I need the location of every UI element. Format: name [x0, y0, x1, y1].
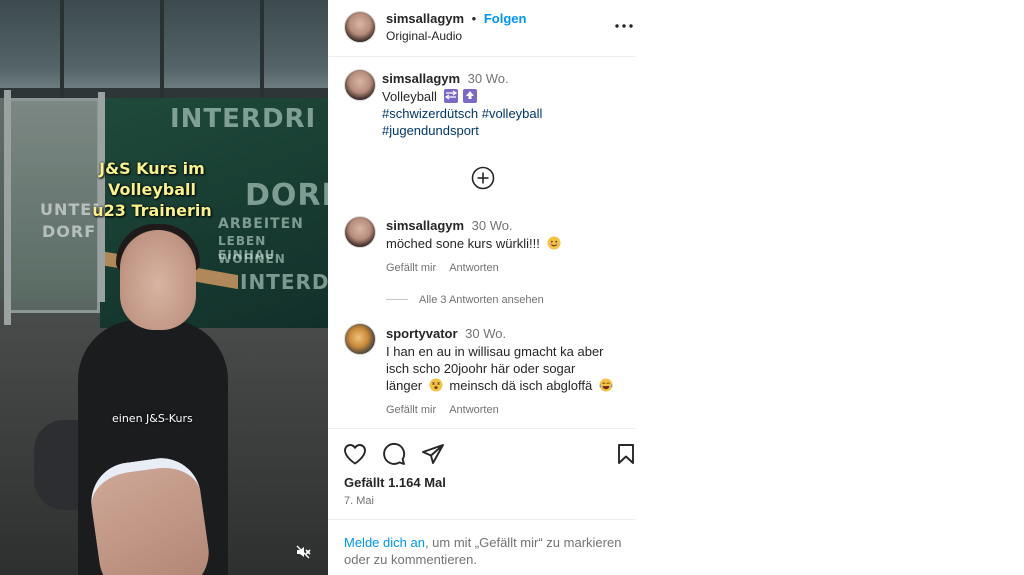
comment-age: 30 Wo.	[471, 218, 513, 233]
share-button[interactable]	[420, 441, 446, 467]
login-link[interactable]: Melde dich an	[344, 535, 425, 550]
post-meta: simsallagym 30 Wo.	[382, 71, 509, 86]
roof-beam	[260, 0, 264, 98]
more-dots-icon	[615, 24, 633, 28]
comment-body-part: länger	[386, 378, 423, 393]
bookmark-icon	[618, 444, 634, 464]
comment-button[interactable]	[381, 441, 407, 467]
post-header: simsallagym • Folgen Original-Audio	[328, 0, 636, 57]
heart-icon	[344, 444, 366, 465]
speaker-muted-icon	[296, 545, 311, 559]
laughing-face-icon	[599, 378, 613, 392]
post-caption: Volleyball	[382, 88, 478, 105]
wall-word: INTERDORF	[240, 270, 328, 294]
comment-username[interactable]: sportyvator	[386, 326, 458, 341]
avatar[interactable]	[344, 216, 376, 248]
wall-word: INTERDRI	[170, 104, 317, 134]
wall-word: DORF	[42, 222, 97, 241]
save-button[interactable]	[613, 441, 639, 467]
header-user-line: simsallagym • Folgen	[386, 11, 526, 26]
reel-video[interactable]: INTERDRI DORF ARBEITEN LEBEN EINHAU WOHN…	[0, 0, 328, 575]
wall-word: DORF	[245, 178, 328, 213]
audio-link[interactable]: Original-Audio	[386, 29, 462, 43]
roof-beam	[160, 0, 164, 98]
on-arrow-icon	[443, 89, 458, 103]
comment-body-part: meinsch dä isch abgloffä	[449, 378, 593, 393]
comment-actions: Gefällt mir Antworten	[386, 262, 499, 274]
video-subcaption: einen J&S-Kurs	[112, 412, 193, 425]
follow-button[interactable]: Folgen	[484, 11, 527, 26]
comment-username[interactable]: simsallagym	[386, 218, 464, 233]
comment-body-line1: I han en au in willisau gmacht ka aber	[386, 344, 604, 359]
view-replies-line	[386, 299, 408, 300]
top-arrow-icon	[463, 89, 478, 103]
post-username[interactable]: simsallagym	[382, 71, 460, 86]
video-caption-line1: J&S Kurs im Volleyball	[99, 159, 205, 199]
roof-beam	[60, 0, 64, 98]
comment-text: möched sone kurs würkli!!!	[386, 235, 561, 252]
dizzy-face-icon	[429, 378, 443, 392]
mute-button[interactable]	[292, 541, 314, 563]
comment-meta: sportyvator 30 Wo.	[386, 326, 506, 341]
comment-like-button[interactable]: Gefällt mir	[386, 404, 436, 416]
comment-reply-button[interactable]: Antworten	[449, 404, 499, 416]
video-person-face	[120, 230, 196, 330]
footer-divider	[328, 519, 636, 520]
video-caption-line2: u23 Trainerin	[92, 201, 212, 220]
like-button[interactable]	[342, 441, 368, 467]
login-prompt-text: , um mit „Gefällt mir“ zu markieren	[424, 535, 622, 550]
load-more-comments-button[interactable]	[471, 166, 495, 190]
comment-reply-button[interactable]: Antworten	[449, 262, 499, 274]
comment-body-line3: länger meinsch dä isch abgloffä	[386, 377, 613, 394]
post-caption-text: Volleyball	[382, 89, 437, 104]
wall-word: WOHNEN	[218, 252, 286, 266]
shelter-post	[4, 90, 11, 325]
login-prompt: Melde dich an, um mit „Gefällt mir“ zu m…	[344, 534, 621, 551]
share-icon	[422, 444, 444, 464]
avatar[interactable]	[344, 323, 376, 355]
post-hashtags-line2[interactable]: #jugendundsport	[382, 123, 479, 138]
avatar[interactable]	[344, 69, 376, 101]
video-caption: J&S Kurs im Volleyball u23 Trainerin	[62, 158, 242, 221]
header-separator: •	[471, 11, 477, 26]
likes-count[interactable]: Gefällt 1.164 Mal	[344, 475, 446, 490]
comment-like-button[interactable]: Gefällt mir	[386, 262, 436, 274]
comment-age: 30 Wo.	[465, 326, 507, 341]
header-username[interactable]: simsallagym	[386, 11, 464, 26]
comment-body: möched sone kurs würkli!!!	[386, 236, 540, 251]
post-hashtags-line1[interactable]: #schwizerdütsch #volleyball	[382, 106, 542, 121]
view-replies-button[interactable]: Alle 3 Antworten ansehen	[419, 294, 544, 306]
more-options-button[interactable]	[614, 17, 634, 35]
login-prompt-line2: oder zu kommentieren.	[344, 552, 477, 567]
smiling-face-icon	[547, 236, 561, 250]
comment-body-line2: isch scho 20joohr här oder sogar	[386, 361, 576, 376]
video-shelter-roof	[0, 0, 328, 98]
post-panel: simsallagym • Folgen Original-Audio sims…	[328, 0, 636, 575]
post-date: 7. Mai	[344, 495, 374, 507]
plus-circle-icon	[471, 166, 495, 190]
comment-meta: simsallagym 30 Wo.	[386, 218, 513, 233]
comment-icon	[383, 443, 406, 465]
post-age: 30 Wo.	[467, 71, 509, 86]
actions-divider	[328, 428, 636, 429]
comment-actions: Gefällt mir Antworten	[386, 404, 499, 416]
avatar[interactable]	[344, 11, 376, 43]
